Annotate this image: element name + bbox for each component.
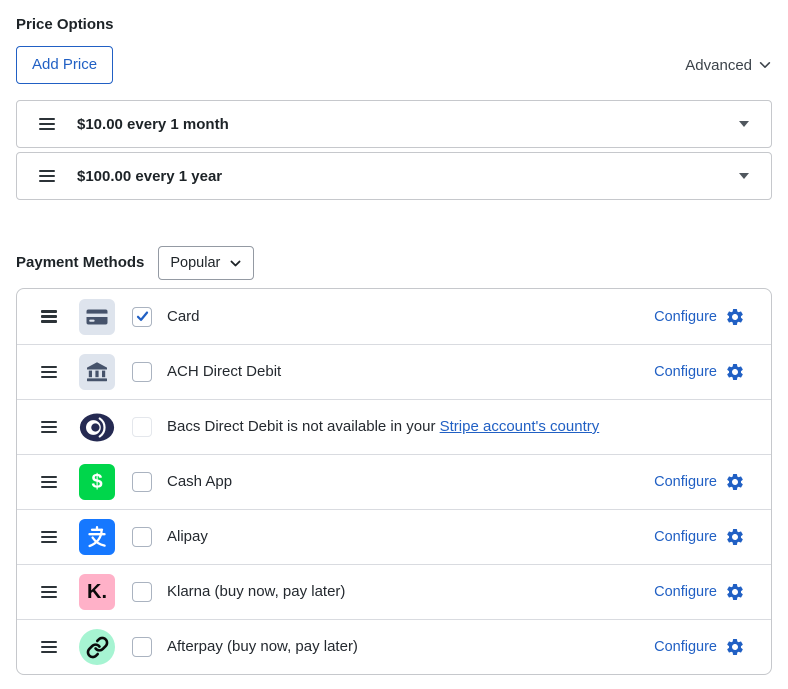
payment-method-checkbox[interactable] (132, 362, 152, 382)
cashapp-icon: $ (79, 464, 115, 500)
payment-methods-title: Payment Methods (16, 254, 145, 271)
bank-icon (79, 354, 115, 390)
card-icon (79, 298, 115, 335)
payment-method-checkbox[interactable] (132, 306, 152, 327)
payment-method-row: Alipay Configure (17, 509, 771, 564)
payment-method-label: ACH Direct Debit (167, 363, 282, 380)
expand-caret-icon[interactable] (739, 121, 749, 127)
expand-caret-icon[interactable] (739, 173, 749, 179)
payment-method-checkbox[interactable] (132, 582, 152, 602)
drag-handle-icon[interactable] (41, 420, 57, 434)
payment-method-label: Bacs Direct Debit is not available in yo… (167, 418, 600, 435)
configure-control: Configure (654, 362, 745, 382)
price-option-row[interactable]: $10.00 every 1 month (16, 100, 772, 148)
payment-method-row: ACH Direct Debit Configure (17, 344, 771, 399)
gear-icon[interactable] (725, 362, 745, 382)
price-option-label: $100.00 every 1 year (77, 167, 223, 185)
gear-icon[interactable] (725, 582, 745, 602)
payment-method-label: Klarna (buy now, pay later) (167, 583, 346, 600)
alipay-icon (79, 519, 115, 555)
payment-method-checkbox[interactable] (132, 527, 152, 547)
chevron-down-icon (230, 260, 241, 266)
payment-method-checkbox[interactable] (132, 472, 152, 492)
configure-control: Configure (654, 472, 745, 492)
drag-handle-icon[interactable] (41, 365, 57, 379)
price-option-label: $10.00 every 1 month (77, 115, 229, 133)
gear-icon[interactable] (725, 307, 745, 327)
filter-selected-value: Popular (170, 255, 221, 271)
configure-link[interactable]: Configure (654, 309, 717, 325)
payment-method-row: Card Configure (17, 289, 771, 344)
price-options-list: $10.00 every 1 month $100.00 every 1 yea… (16, 100, 772, 200)
configure-control: Configure (654, 527, 745, 547)
settings-page: Price Options Add Price Advanced $10.00 … (0, 0, 788, 675)
add-price-button[interactable]: Add Price (16, 46, 114, 84)
payment-methods-header: Payment Methods Popular (16, 246, 772, 280)
payment-method-row: $ Cash App Configure (17, 454, 771, 509)
payment-method-label: Cash App (167, 473, 233, 490)
price-option-row[interactable]: $100.00 every 1 year (16, 152, 772, 200)
payment-method-row: Bacs Direct Debit is not available in yo… (17, 399, 771, 454)
configure-control: Configure (654, 582, 745, 602)
configure-control: Configure (654, 307, 745, 327)
configure-link[interactable]: Configure (654, 584, 717, 600)
drag-handle-icon[interactable] (41, 585, 57, 599)
price-options-title: Price Options (16, 16, 114, 33)
drag-handle-icon[interactable] (41, 530, 57, 544)
chevron-down-icon (759, 62, 771, 68)
bacs-icon (79, 409, 115, 445)
payment-method-row: Afterpay (buy now, pay later) Configure (17, 619, 771, 674)
stripe-country-link[interactable]: Stripe account's country (440, 418, 600, 435)
payment-method-label: Card (167, 307, 200, 325)
configure-link[interactable]: Configure (654, 364, 717, 380)
gear-icon[interactable] (725, 472, 745, 492)
drag-handle-icon[interactable] (39, 169, 55, 183)
gear-icon[interactable] (725, 527, 745, 547)
payment-methods-filter-select[interactable]: Popular (158, 246, 255, 280)
drag-handle-icon[interactable] (39, 117, 55, 131)
configure-link[interactable]: Configure (654, 474, 717, 490)
payment-method-row: K. Klarna (buy now, pay later) Configure (17, 564, 771, 619)
gear-icon[interactable] (725, 637, 745, 657)
afterpay-icon (79, 629, 115, 665)
drag-handle-icon[interactable] (41, 475, 57, 489)
klarna-icon: K. (79, 574, 115, 610)
payment-methods-list: Card Configure ACH Direct Debit Configur… (16, 288, 772, 675)
payment-method-label: Afterpay (buy now, pay later) (167, 638, 358, 655)
configure-link[interactable]: Configure (654, 529, 717, 545)
drag-handle-icon[interactable] (41, 640, 57, 654)
payment-method-checkbox[interactable] (132, 637, 152, 657)
advanced-label: Advanced (685, 56, 752, 74)
payment-method-checkbox[interactable] (132, 417, 152, 437)
configure-link[interactable]: Configure (654, 639, 717, 655)
advanced-toggle[interactable]: Advanced (685, 57, 772, 74)
payment-method-label: Alipay (167, 528, 208, 545)
configure-control: Configure (654, 637, 745, 657)
price-options-toolbar: Add Price Advanced (16, 46, 772, 84)
drag-handle-icon[interactable] (41, 310, 57, 323)
